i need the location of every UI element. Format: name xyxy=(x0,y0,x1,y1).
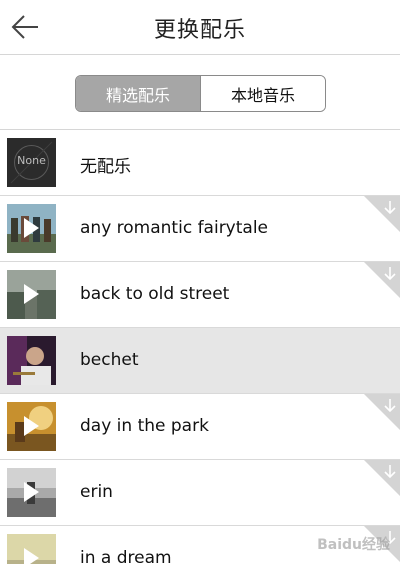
list-item[interactable]: back to old street xyxy=(0,262,400,328)
download-button[interactable] xyxy=(364,460,400,496)
track-title: back to old street xyxy=(80,284,230,304)
track-title: any romantic fairytale xyxy=(80,218,269,238)
list-item-selected[interactable]: bechet xyxy=(0,328,400,394)
track-thumbnail xyxy=(7,270,56,319)
track-title: in a dream xyxy=(80,548,172,564)
play-icon xyxy=(24,548,39,564)
track-thumbnail xyxy=(7,336,56,385)
download-icon xyxy=(364,394,400,430)
play-icon xyxy=(24,218,39,238)
track-title: bechet xyxy=(80,350,139,370)
watermark: Baidu经验 xyxy=(317,537,390,553)
tab-local-music[interactable]: 本地音乐 xyxy=(200,76,325,111)
segmented-control: 精选配乐 本地音乐 xyxy=(75,75,326,112)
play-icon xyxy=(24,482,39,502)
tab-bar: 精选配乐 本地音乐 xyxy=(0,56,400,130)
track-thumbnail xyxy=(7,402,56,451)
track-title: 无配乐 xyxy=(80,157,131,177)
play-icon xyxy=(24,416,39,436)
download-button[interactable] xyxy=(364,262,400,298)
track-thumbnail xyxy=(7,534,56,564)
download-icon xyxy=(364,262,400,298)
download-button[interactable] xyxy=(364,394,400,430)
top-bar: 更换配乐 xyxy=(0,0,400,55)
none-label: None xyxy=(17,154,46,167)
download-icon xyxy=(364,460,400,496)
tab-featured-music[interactable]: 精选配乐 xyxy=(76,76,200,111)
track-title: day in the park xyxy=(80,416,209,436)
play-icon xyxy=(24,284,39,304)
track-title: erin xyxy=(80,482,113,502)
track-thumbnail xyxy=(7,204,56,253)
list-item[interactable]: day in the park xyxy=(0,394,400,460)
download-button[interactable] xyxy=(364,196,400,232)
no-music-thumbnail: None xyxy=(7,138,56,187)
list-item[interactable]: any romantic fairytale xyxy=(0,196,400,262)
track-thumbnail xyxy=(7,468,56,517)
list-item[interactable]: erin xyxy=(0,460,400,526)
list-item[interactable]: None 无配乐 xyxy=(0,130,400,196)
music-list: None 无配乐 any romantic fairytale back to … xyxy=(0,130,400,564)
download-icon xyxy=(364,196,400,232)
page-title: 更换配乐 xyxy=(153,18,246,43)
